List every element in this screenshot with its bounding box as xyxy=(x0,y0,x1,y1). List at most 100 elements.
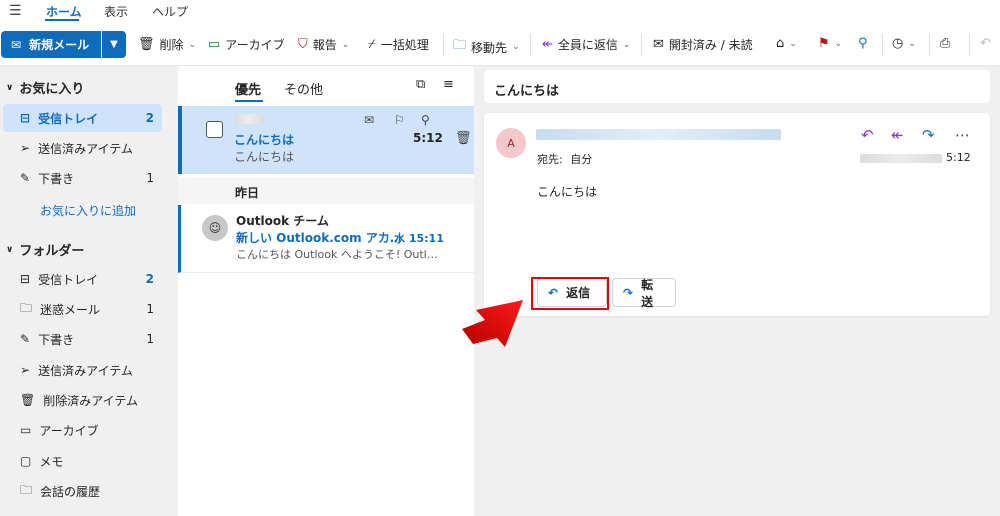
undo-button[interactable]: ↶ xyxy=(980,36,991,51)
sidebar-item-label: アーカイブ xyxy=(39,423,99,438)
trash-icon[interactable]: 🗑 xyxy=(455,131,472,146)
flag-icon: ⚑ xyxy=(818,36,830,51)
sweep-button[interactable]: ⌿ 一括処理 xyxy=(368,36,429,53)
move-to-button[interactable]: 🗀 移動先 ⌄ xyxy=(453,36,520,58)
chevron-down-icon: ⌄ xyxy=(341,39,350,50)
sidebar-item-notes[interactable]: ▢ メモ xyxy=(0,447,162,475)
report-label: 報告 xyxy=(312,38,337,52)
tab-help[interactable]: ヘルプ xyxy=(152,3,188,20)
to-value: 自分 xyxy=(570,153,593,166)
move-to-label: 移動先 xyxy=(471,40,508,55)
folders-header[interactable]: ∨ フォルダー xyxy=(6,240,84,259)
note-icon: ▢ xyxy=(20,454,32,468)
sidebar-item-drafts-favorite[interactable]: ✎ 下書き 1 xyxy=(0,164,162,192)
list-item[interactable]: ☺ Outlook チーム 新しい Outlook.com アカ… 水 15:1… xyxy=(178,205,474,273)
add-favorite-link[interactable]: お気に入りに追加 xyxy=(40,202,136,219)
sidebar-item-conversation-history[interactable]: 🗀 会話の履歴 xyxy=(0,477,162,505)
toolbar: ✉ 新規メール ▼ 🗑 削除 ⌄ ▭ アーカイブ ⛉ 報告 ⌄ ⌿ 一括処理 🗀 移動先 ⌄ ↞… xyxy=(0,22,1000,66)
broom-icon: ⌿ xyxy=(368,37,376,52)
flag-button[interactable]: ⚑ ⌄ xyxy=(818,36,842,51)
divider xyxy=(530,34,531,56)
tab-focused[interactable]: 優先 xyxy=(235,79,261,98)
sidebar-item-drafts[interactable]: ✎ 下書き 1 xyxy=(0,325,162,353)
message-sender: Outlook チーム xyxy=(236,214,329,228)
tab-other[interactable]: その他 xyxy=(284,79,323,98)
pin-icon[interactable]: ⚲ xyxy=(421,113,430,127)
list-item-selected[interactable]: こんにちは こんにちは 5:12 ✉ ⚐ ⚲ 🗑 xyxy=(178,106,474,174)
pin-button[interactable]: ⚲ xyxy=(858,36,868,51)
snooze-button[interactable]: ◷ ⌄ xyxy=(892,36,916,51)
report-button[interactable]: ⛉ 報告 ⌄ xyxy=(298,36,349,53)
archive-button[interactable]: ▭ アーカイブ xyxy=(208,36,285,53)
pencil-icon: ✎ xyxy=(20,332,31,346)
hamburger-icon[interactable]: ☰ xyxy=(9,3,22,19)
select-checkbox[interactable] xyxy=(206,121,223,138)
sweep-label: 一括処理 xyxy=(380,38,429,52)
filter-icon[interactable]: ≡ xyxy=(443,77,454,92)
chevron-down-icon: ⌄ xyxy=(622,39,631,50)
forward-button[interactable]: ↷ 転送 xyxy=(612,277,676,309)
day-separator: 昨日 xyxy=(178,178,474,204)
unread-count: 2 xyxy=(145,272,154,286)
favorites-header[interactable]: ∨ お気に入り xyxy=(6,78,84,97)
sidebar-item-label: メモ xyxy=(39,454,64,469)
sidebar-item-label: 削除済みアイテム xyxy=(43,393,139,408)
trash-icon: 🗑 xyxy=(138,37,155,52)
inbox-icon: ⊟ xyxy=(20,272,31,286)
avatar: A xyxy=(496,128,526,158)
item-count: 1 xyxy=(146,302,154,316)
message-time: 5:12 xyxy=(946,151,971,164)
send-icon: ➢ xyxy=(20,363,31,377)
reply-icon[interactable]: ↶ xyxy=(861,126,874,144)
reply-highlight-box xyxy=(531,277,609,310)
envelope-open-icon[interactable]: ✉ xyxy=(364,113,374,127)
tab-view[interactable]: 表示 xyxy=(104,3,128,20)
archive-label: アーカイブ xyxy=(225,38,285,52)
chevron-down-icon: ⌄ xyxy=(908,38,916,49)
sidebar-item-inbox-favorite[interactable]: ⊟ 受信トレイ 2 xyxy=(3,104,162,132)
delete-button[interactable]: 🗑 削除 ⌄ xyxy=(138,36,196,53)
sidebar-item-archive[interactable]: ▭ アーカイブ xyxy=(0,416,162,444)
forward-icon[interactable]: ↷ xyxy=(922,126,935,144)
read-unread-button[interactable]: ✉ 開封済み / 未読 xyxy=(653,36,753,53)
reply-all-icon: ↞ xyxy=(542,37,553,52)
chevron-down-icon: ⌄ xyxy=(512,42,520,52)
item-count: 1 xyxy=(146,332,154,346)
menu-bar: ☰ ホーム 表示 ヘルプ xyxy=(0,0,1000,22)
flag-icon[interactable]: ⚐ xyxy=(394,113,405,127)
forward-label: 転送 xyxy=(641,277,654,309)
divider xyxy=(882,34,883,56)
message-subject: 新しい Outlook.com アカ… xyxy=(236,231,402,245)
print-button[interactable]: ⎙ xyxy=(940,36,950,51)
reply-all-icon[interactable]: ↞ xyxy=(891,126,904,144)
sidebar-item-label: 迷惑メール xyxy=(40,302,101,317)
select-mode-icon[interactable]: ⧉ xyxy=(416,77,425,92)
folder-pane: ∨ お気に入り ⊟ 受信トレイ 2 ➢ 送信済みアイテム ✎ 下書き 1 お気に入りに追加 … xyxy=(0,66,168,516)
redacted-sender xyxy=(536,129,781,140)
sidebar-item-inbox[interactable]: ⊟ 受信トレイ 2 xyxy=(0,265,162,293)
sidebar-item-sent-favorite[interactable]: ➢ 送信済みアイテム xyxy=(0,134,162,162)
tag-button[interactable]: ⌂ ⌄ xyxy=(776,36,797,51)
tag-icon: ⌂ xyxy=(776,36,785,51)
reply-all-button[interactable]: ↞ 全員に返信 ⌄ xyxy=(542,36,630,53)
message-subject: こんにちは xyxy=(234,133,295,147)
sidebar-item-label: 送信済みアイテム xyxy=(38,141,133,156)
sidebar-item-label: 会話の履歴 xyxy=(40,484,101,499)
new-mail-label: 新規メール xyxy=(29,38,90,52)
new-mail-button[interactable]: ✉ 新規メール xyxy=(1,31,101,58)
sidebar-item-sent[interactable]: ➢ 送信済みアイテム xyxy=(0,356,162,384)
tab-home[interactable]: ホーム xyxy=(46,3,82,20)
printer-icon: ⎙ xyxy=(940,36,951,51)
forward-icon: ↷ xyxy=(623,285,634,300)
recipient-line: 宛先: 自分 xyxy=(537,151,592,167)
divider xyxy=(641,34,642,56)
compose-icon: ✉ xyxy=(11,37,22,52)
message-body: こんにちは xyxy=(537,185,598,199)
new-mail-dropdown[interactable]: ▼ xyxy=(102,31,126,58)
more-icon[interactable]: ⋯ xyxy=(955,126,970,144)
sidebar-item-junk[interactable]: 🗀 迷惑メール 1 xyxy=(0,295,162,323)
avatar: ☺ xyxy=(202,215,228,241)
reply-all-label: 全員に返信 xyxy=(557,38,618,52)
sidebar-item-label: 送信済みアイテム xyxy=(38,363,133,378)
sidebar-item-deleted[interactable]: 🗑 削除済みアイテム xyxy=(0,386,162,414)
